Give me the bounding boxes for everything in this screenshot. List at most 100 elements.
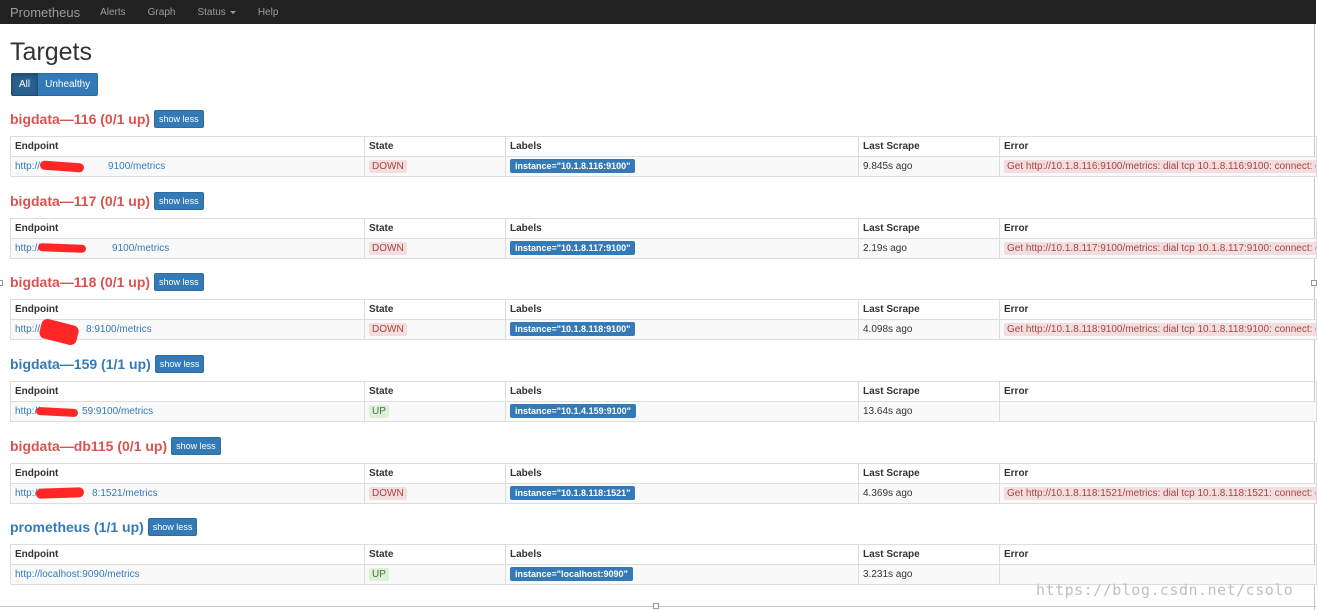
endpoint-link[interactable]: http:// 9100/metrics (15, 161, 165, 172)
job-section: bigdata—db115 (0/1 up) show less Endpoin… (10, 436, 1317, 504)
label-badge: instance="10.1.8.116:9100" (510, 159, 636, 173)
targets-table: Endpoint State Labels Last Scrape Error … (10, 299, 1317, 340)
job-title[interactable]: bigdata—116 (0/1 up) (10, 111, 150, 127)
job-title[interactable]: bigdata—db115 (0/1 up) (10, 438, 167, 454)
show-less-button[interactable]: show less (154, 273, 204, 291)
labels-cell: instance="localhost:9090" (505, 564, 859, 585)
resize-handle-left[interactable] (0, 280, 3, 286)
endpoint-link[interactable]: http:// 8:9100/metrics (15, 324, 152, 335)
label-badge: instance="10.1.8.118:9100" (510, 322, 636, 336)
labels-cell: instance="10.1.4.159:9100" (505, 401, 859, 422)
filter-button-group: All Unhealthy (11, 73, 99, 96)
state-cell: DOWN (364, 483, 506, 504)
navbar: Prometheus Alerts Graph Status Help (0, 0, 1316, 24)
job-section: bigdata—159 (1/1 up) show less Endpoint … (10, 354, 1317, 422)
endpoint-tail: 9100/metrics (108, 161, 166, 172)
column-header-state: State (364, 136, 506, 157)
labels-cell: instance="10.1.8.118:1521" (505, 483, 859, 504)
job-header: bigdata—159 (1/1 up) show less (10, 354, 1316, 374)
endpoint-link[interactable]: http:// 59:9100/metrics (15, 406, 153, 417)
endpoint-link[interactable]: http:// 9100/metrics (15, 243, 169, 254)
last-scrape-cell: 9.845s ago (858, 156, 1000, 177)
endpoint-cell: http:// 9100/metrics (10, 156, 365, 177)
table-header-row: Endpoint State Labels Last Scrape Error (10, 218, 1317, 239)
state-cell: DOWN (364, 156, 506, 177)
column-header-last-scrape: Last Scrape (858, 136, 1000, 157)
column-header-endpoint: Endpoint (10, 136, 365, 157)
endpoint-tail: 8:9100/metrics (86, 324, 152, 335)
state-cell: UP (364, 401, 506, 422)
nav-alerts[interactable]: Alerts (100, 7, 126, 18)
column-header-state: State (364, 218, 506, 239)
error-text: Get http://10.1.8.117:9100/metrics: dial… (1004, 242, 1316, 255)
filter-unhealthy-button[interactable]: Unhealthy (38, 73, 99, 96)
job-header: prometheus (1/1 up) show less (10, 517, 1316, 537)
show-less-button[interactable]: show less (154, 110, 204, 128)
column-header-last-scrape: Last Scrape (858, 381, 1000, 402)
job-header: bigdata—db115 (0/1 up) show less (10, 436, 1316, 456)
column-header-state: State (364, 463, 506, 484)
error-cell: Get http://10.1.8.116:9100/metrics: dial… (999, 156, 1317, 177)
nav-help[interactable]: Help (258, 7, 279, 18)
targets-table: Endpoint State Labels Last Scrape Error … (10, 136, 1317, 177)
nav-status-label: Status (197, 6, 226, 18)
error-cell (999, 401, 1317, 422)
state-badge: UP (369, 568, 389, 581)
targets-table: Endpoint State Labels Last Scrape Error … (10, 463, 1317, 504)
show-less-button[interactable]: show less (171, 437, 221, 455)
job-title[interactable]: bigdata—159 (1/1 up) (10, 356, 151, 372)
endpoint-link[interactable]: http:// 8:1521/metrics (15, 488, 158, 499)
column-header-error: Error (999, 463, 1317, 484)
table-header-row: Endpoint State Labels Last Scrape Error (10, 544, 1317, 565)
column-header-error: Error (999, 299, 1317, 320)
table-row: http:// 59:9100/metrics UP instance="10.1… (10, 401, 1317, 422)
column-header-labels: Labels (505, 218, 859, 239)
column-header-error: Error (999, 218, 1317, 239)
show-less-button[interactable]: show less (154, 192, 204, 210)
last-scrape-cell: 4.098s ago (858, 319, 1000, 340)
table-row: http:// 9100/metrics DOWN instance="10.1.… (10, 156, 1317, 177)
brand-link[interactable]: Prometheus (0, 5, 80, 20)
labels-cell: instance="10.1.8.117:9100" (505, 238, 859, 259)
nav-graph[interactable]: Graph (148, 7, 176, 18)
column-header-error: Error (999, 381, 1317, 402)
column-header-last-scrape: Last Scrape (858, 299, 1000, 320)
column-header-state: State (364, 381, 506, 402)
column-header-endpoint: Endpoint (10, 381, 365, 402)
nav-alerts-label: Alerts (100, 6, 126, 18)
column-header-state: State (364, 544, 506, 565)
column-header-state: State (364, 299, 506, 320)
targets-table: Endpoint State Labels Last Scrape Error … (10, 381, 1317, 422)
state-badge: DOWN (369, 242, 407, 255)
labels-cell: instance="10.1.8.118:9100" (505, 319, 859, 340)
state-badge: DOWN (369, 323, 407, 336)
nav-status-dropdown[interactable]: Status (197, 6, 236, 18)
last-scrape-cell: 2.19s ago (858, 238, 1000, 259)
error-text: Get http://10.1.8.116:9100/metrics: dial… (1004, 160, 1316, 173)
job-title[interactable]: bigdata—118 (0/1 up) (10, 274, 150, 290)
last-scrape-cell: 4.369s ago (858, 483, 1000, 504)
resize-handle-bottom[interactable] (653, 603, 659, 609)
column-header-labels: Labels (505, 299, 859, 320)
state-cell: DOWN (364, 319, 506, 340)
endpoint-link[interactable]: http://localhost:9090/metrics (15, 569, 140, 580)
job-title[interactable]: prometheus (1/1 up) (10, 519, 144, 535)
show-less-button[interactable]: show less (147, 518, 198, 536)
filter-all-button[interactable]: All (11, 73, 39, 96)
endpoint-scheme: http:// (15, 243, 41, 254)
column-header-last-scrape: Last Scrape (858, 218, 1000, 239)
labels-cell: instance="10.1.8.116:9100" (505, 156, 859, 177)
job-section: prometheus (1/1 up) show less Endpoint S… (10, 517, 1317, 585)
error-cell: Get http://10.1.8.118:1521/metrics: dial… (999, 483, 1317, 504)
state-badge: UP (369, 405, 389, 418)
watermark: https://blog.csdn.net/csolo (1036, 581, 1294, 599)
endpoint-scheme: http:// (15, 488, 41, 499)
table-header-row: Endpoint State Labels Last Scrape Error (10, 136, 1317, 157)
job-title[interactable]: bigdata—117 (0/1 up) (10, 193, 150, 209)
table-header-row: Endpoint State Labels Last Scrape Error (10, 381, 1317, 402)
last-scrape-cell: 13.64s ago (858, 401, 1000, 422)
error-cell: Get http://10.1.8.118:9100/metrics: dial… (999, 319, 1317, 340)
job-header: bigdata—117 (0/1 up) show less (10, 191, 1316, 211)
show-less-button[interactable]: show less (154, 355, 205, 373)
job-header: bigdata—116 (0/1 up) show less (10, 109, 1316, 129)
